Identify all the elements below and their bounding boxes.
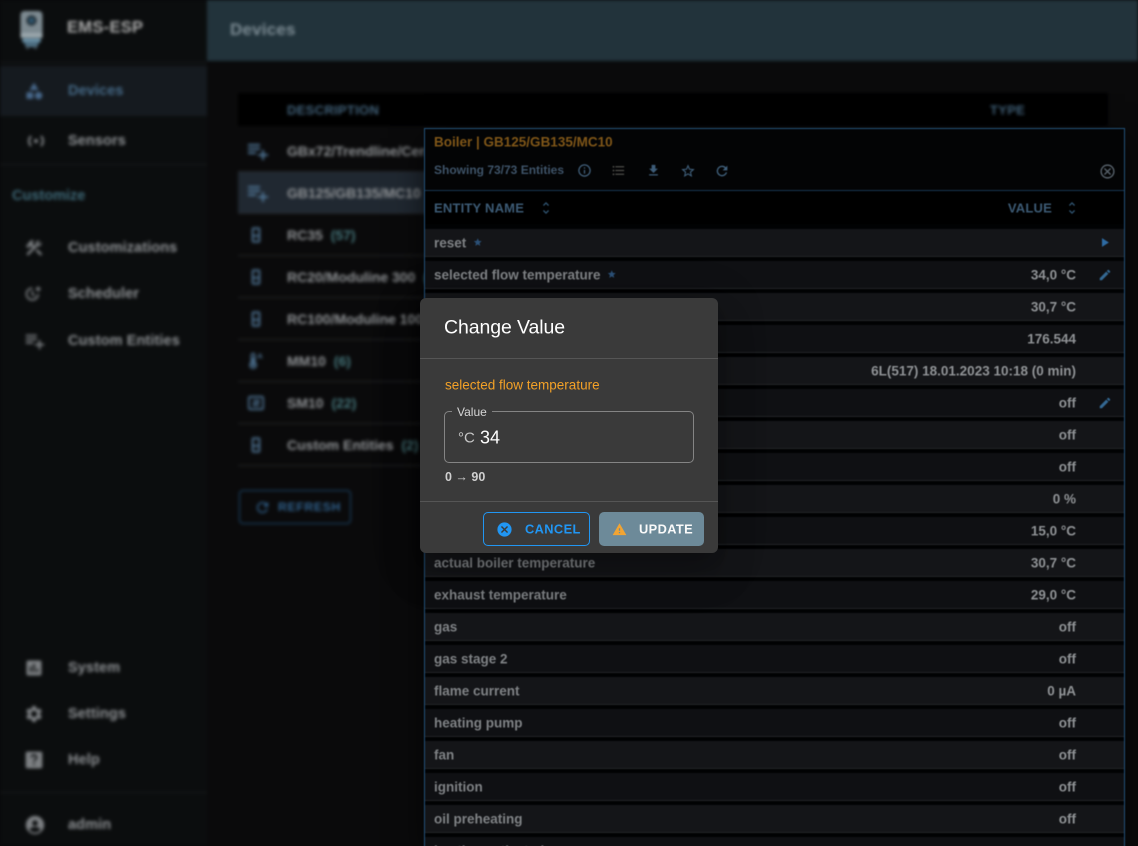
svg-text:A: A [257,351,263,360]
